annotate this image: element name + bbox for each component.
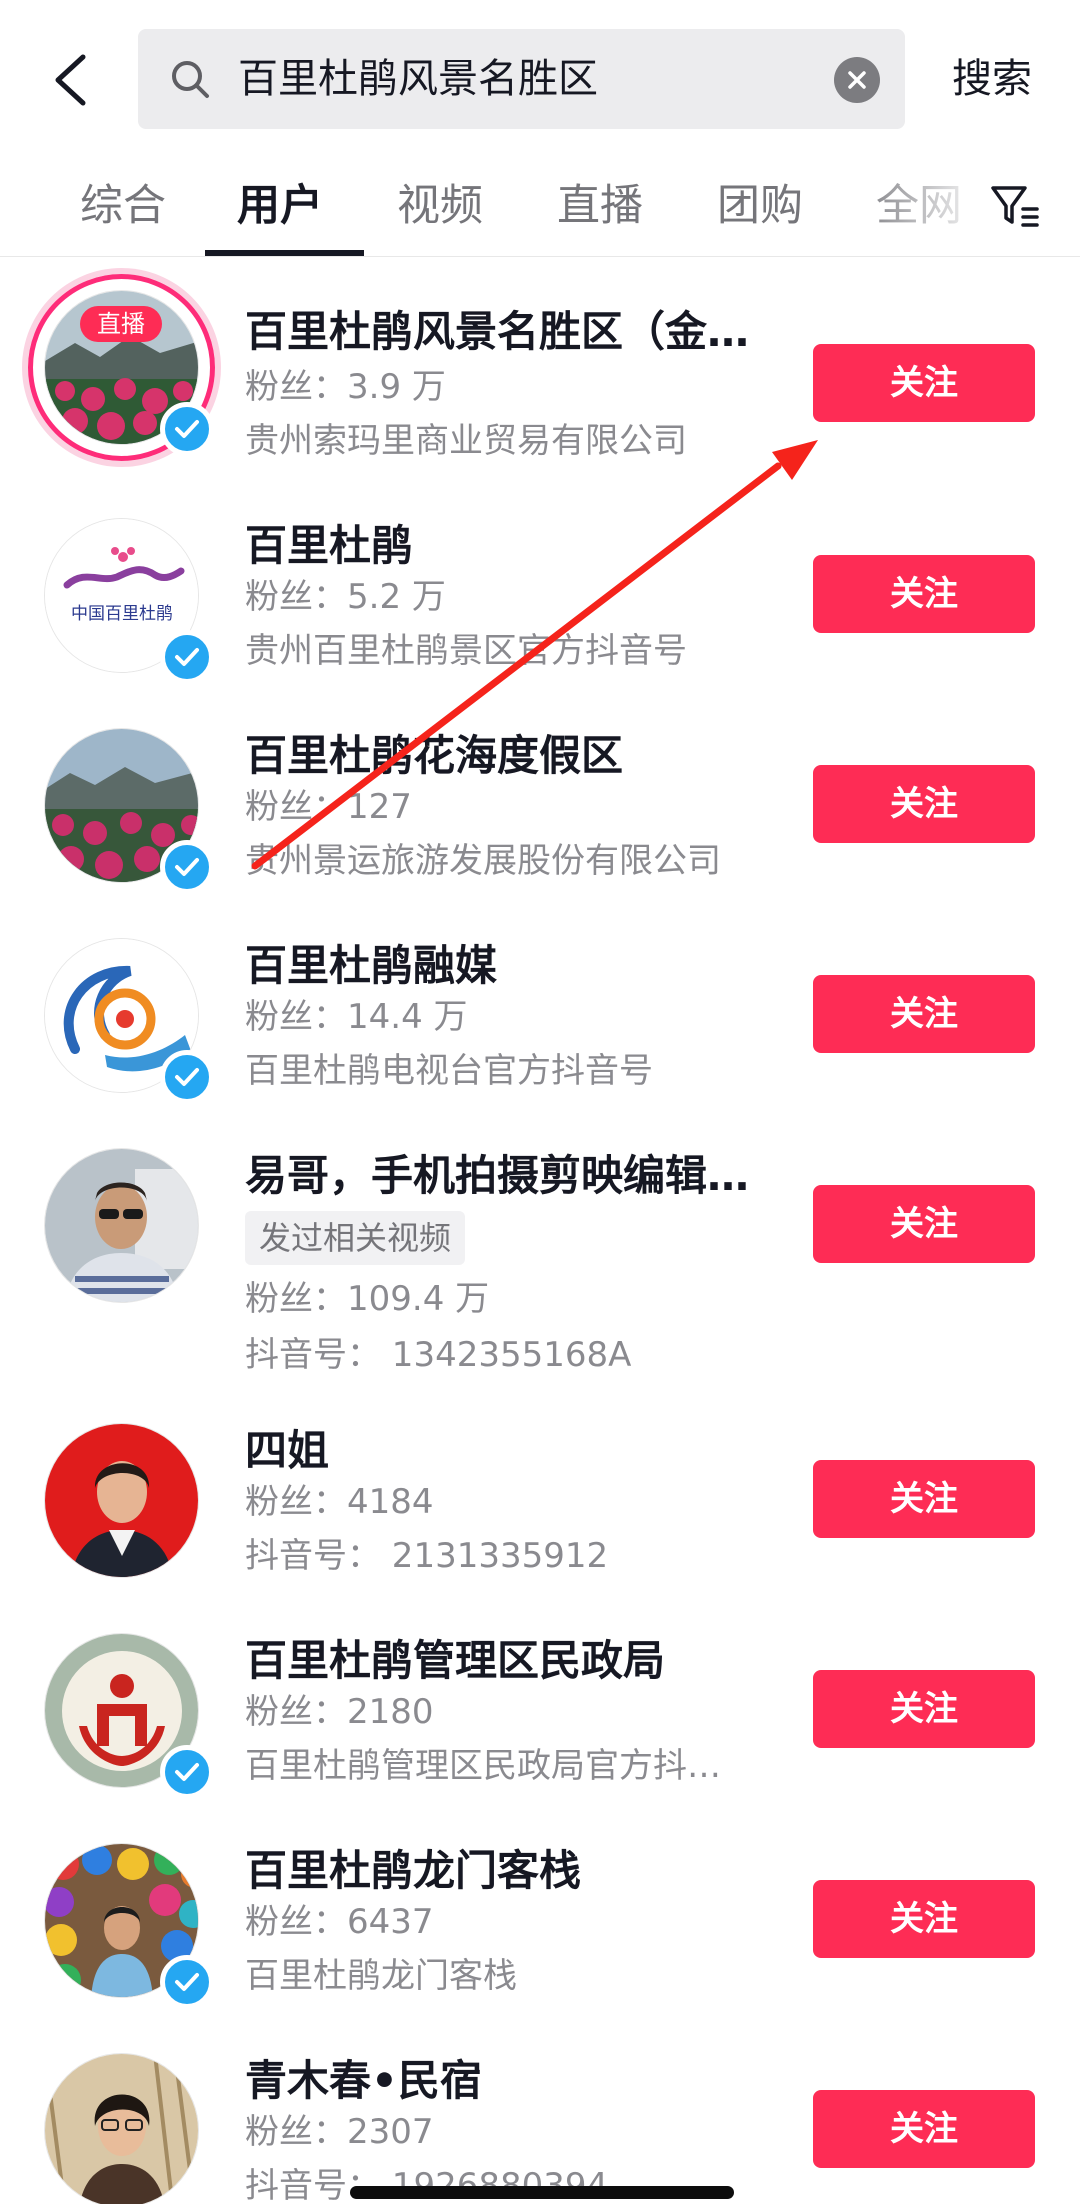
fans-count: 粉丝：14.4 万: [245, 997, 468, 1037]
filter-icon[interactable]: [985, 176, 1045, 236]
live-badge: 直播: [80, 306, 162, 342]
user-description: 百里杜鹃电视台官方抖音号: [245, 1051, 653, 1091]
avatar[interactable]: [44, 2053, 199, 2204]
user-description: 抖音号： 2131335912: [245, 1536, 609, 1576]
user-name[interactable]: 百里杜鹃: [245, 518, 413, 574]
home-indicator[interactable]: [350, 2186, 734, 2199]
search-submit-button[interactable]: 搜索: [952, 52, 1032, 106]
avatar-container: [44, 1843, 214, 2009]
check-icon: [175, 648, 199, 666]
fans-count: 粉丝：5.2 万: [245, 577, 446, 617]
fans-count: 粉丝：3.9 万: [245, 367, 446, 407]
verified-badge: [160, 630, 214, 684]
fans-count: 粉丝：4184: [245, 1482, 434, 1522]
user-description: 百里杜鹃管理区民政局官方抖…: [245, 1746, 721, 1786]
fans-count: 粉丝：2307: [245, 2112, 434, 2152]
avatar-container: [44, 938, 214, 1104]
user-name[interactable]: 易哥，手机拍摄剪映编辑…: [245, 1148, 749, 1204]
fans-count: 粉丝：127: [245, 787, 412, 827]
clear-search-button[interactable]: [834, 57, 880, 103]
user-description: 贵州索玛里商业贸易有限公司: [245, 421, 687, 461]
logo-text: 中国百里杜鹃: [71, 604, 173, 624]
verified-badge: [160, 840, 214, 894]
check-icon: [175, 1973, 199, 1991]
man-portrait-image: [45, 1149, 198, 1302]
check-icon: [175, 1763, 199, 1781]
fans-count: 粉丝：109.4 万: [245, 1279, 490, 1319]
user-name[interactable]: 百里杜鹃风景名胜区（金…: [245, 304, 749, 360]
tab-group-buy[interactable]: 团购: [717, 176, 803, 236]
avatar[interactable]: [44, 1423, 199, 1578]
user-description: 抖音号： 1342355168A: [245, 1335, 632, 1375]
fans-count: 粉丝：2180: [245, 1692, 434, 1732]
avatar-container: 中国百里杜鹃: [44, 518, 214, 684]
woman-glasses-portrait-image: [45, 2054, 198, 2204]
check-icon: [175, 420, 199, 438]
avatar-container: [44, 2053, 199, 2204]
user-name[interactable]: 青木春•民宿: [245, 2053, 482, 2109]
user-description: 百里杜鹃龙门客栈: [245, 1956, 517, 1996]
tab-videos[interactable]: 视频: [397, 176, 483, 236]
search-query[interactable]: 百里杜鹃风景名胜区: [238, 53, 598, 105]
verified-badge: [160, 1745, 214, 1799]
user-name[interactable]: 百里杜鹃龙门客栈: [245, 1843, 581, 1899]
user-description: 贵州景运旅游发展股份有限公司: [245, 841, 721, 881]
search-header: 百里杜鹃风景名胜区 搜索: [0, 0, 1080, 160]
avatar-container: [44, 728, 214, 894]
follow-button[interactable]: 关注: [813, 1670, 1035, 1748]
fans-count: 粉丝：6437: [245, 1902, 434, 1942]
follow-button[interactable]: 关注: [813, 1460, 1035, 1538]
user-name[interactable]: 百里杜鹃管理区民政局: [245, 1633, 665, 1689]
search-input[interactable]: 百里杜鹃风景名胜区: [138, 29, 905, 129]
tab-comprehensive[interactable]: 综合: [80, 176, 166, 236]
user-description: 贵州百里杜鹃景区官方抖音号: [245, 631, 687, 671]
back-button[interactable]: [42, 42, 98, 118]
verified-badge: [160, 1050, 214, 1104]
follow-button[interactable]: 关注: [813, 975, 1035, 1053]
result-tabs: 综合 用户 视频 直播 团购 全网: [0, 160, 1080, 257]
user-name[interactable]: 百里杜鹃融媒: [245, 938, 497, 994]
tab-live[interactable]: 直播: [557, 176, 643, 236]
follow-button[interactable]: 关注: [813, 1185, 1035, 1263]
avatar-container: [44, 1633, 214, 1799]
follow-button[interactable]: 关注: [813, 765, 1035, 843]
user-name[interactable]: 百里杜鹃花海度假区: [245, 728, 623, 784]
back-arrow-icon: [55, 54, 86, 106]
avatar-container: [44, 1148, 199, 1303]
tab-all-web[interactable]: 全网: [876, 176, 962, 236]
related-video-tag: 发过相关视频: [245, 1211, 466, 1265]
avatar-container: [44, 1423, 199, 1578]
follow-button[interactable]: 关注: [813, 344, 1035, 422]
follow-button[interactable]: 关注: [813, 2090, 1035, 2168]
user-name[interactable]: 四姐: [245, 1423, 329, 1479]
active-tab-indicator: [205, 250, 364, 256]
avatar-container: 直播: [28, 274, 215, 461]
follow-button[interactable]: 关注: [813, 1880, 1035, 1958]
tab-users[interactable]: 用户: [237, 176, 323, 236]
woman-portrait-image: [45, 1424, 198, 1577]
close-icon: [848, 71, 866, 89]
check-icon: [175, 1068, 199, 1086]
check-icon: [175, 858, 199, 876]
avatar[interactable]: [44, 1148, 199, 1303]
search-icon: [172, 61, 209, 98]
follow-button[interactable]: 关注: [813, 555, 1035, 633]
verified-badge: [160, 402, 214, 456]
verified-badge: [160, 1955, 214, 2009]
